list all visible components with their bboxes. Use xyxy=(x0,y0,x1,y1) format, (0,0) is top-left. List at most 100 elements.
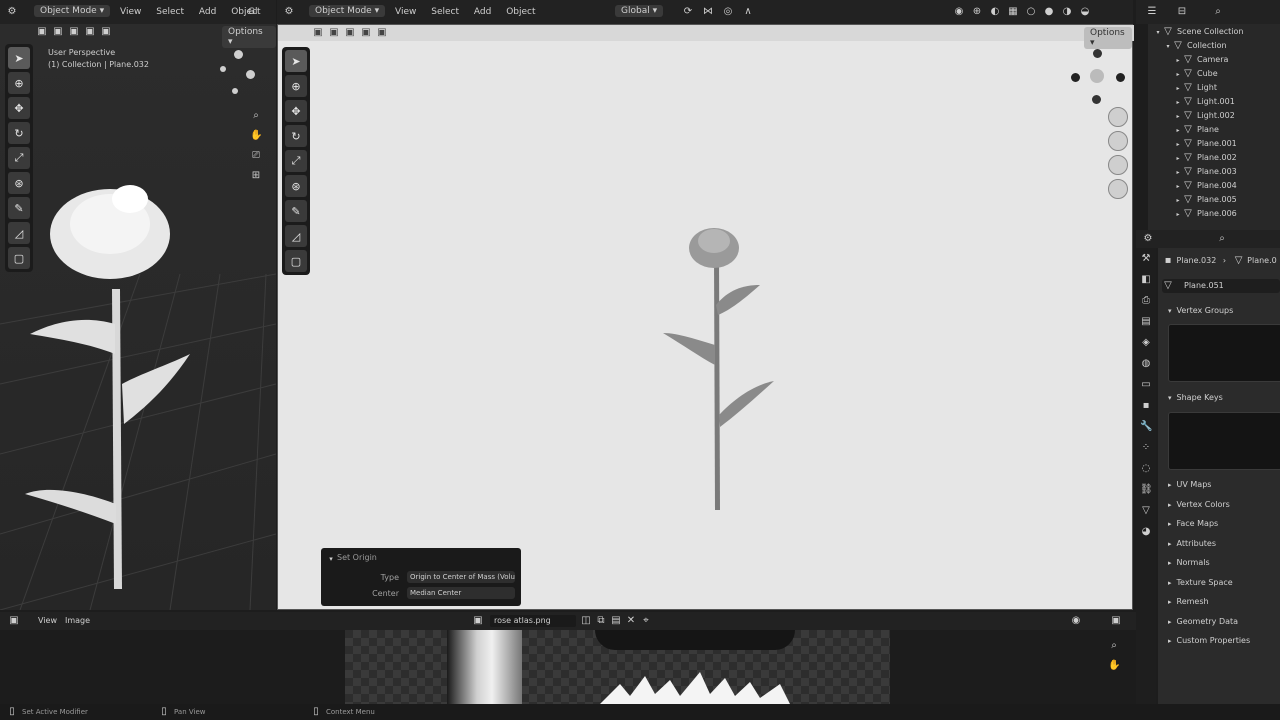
properties-search-icon[interactable]: ⌕ xyxy=(1216,233,1228,245)
select-tool-icon[interactable]: ➤ xyxy=(8,47,30,69)
outliner-row[interactable]: ▸ ▽ Plane.003 xyxy=(1148,165,1280,179)
type-dropdown[interactable]: Origin to Center of Mass (Volume) xyxy=(407,571,515,583)
world-tab-icon[interactable]: ◍ xyxy=(1140,358,1152,370)
shape-keys-panel-header[interactable]: ▾ Shape Keys xyxy=(1158,389,1223,407)
rose-model[interactable] xyxy=(25,185,190,589)
main-add-cube-tool-icon[interactable]: ▢ xyxy=(285,250,307,272)
image-view-settings-icon[interactable]: ▣ xyxy=(1110,615,1122,627)
left-menu-view[interactable]: View xyxy=(120,7,141,17)
outliner-row[interactable]: ▾ ▽ Scene Collection xyxy=(1148,25,1280,39)
mesh-data-tab-icon[interactable]: ▽ xyxy=(1140,505,1152,517)
outliner-row[interactable]: ▸ ▽ Plane xyxy=(1148,123,1280,137)
expand-arrow-icon[interactable]: ▸ xyxy=(1174,55,1182,67)
falloff-icon[interactable]: ∧ xyxy=(742,6,754,18)
modifier-tab-icon[interactable]: 🔧 xyxy=(1140,421,1152,433)
transform-tool-icon[interactable]: ⊛ xyxy=(8,172,30,194)
main-viewport-modes[interactable]: ▣ ▣ ▣ ▣ ▣ xyxy=(312,27,388,39)
left-menu-add[interactable]: Add xyxy=(199,7,216,17)
gizmo-toggle-icon[interactable]: ⊕ xyxy=(971,6,983,18)
shape-keys-list[interactable] xyxy=(1168,412,1280,470)
zoom-icon[interactable]: ⌕ xyxy=(250,110,262,122)
move-tool-icon[interactable]: ✥ xyxy=(8,97,30,119)
rotate-tool-icon[interactable]: ↻ xyxy=(8,122,30,144)
outliner-editor-icon[interactable]: ☰ xyxy=(1146,6,1158,18)
expand-arrow-icon[interactable]: ▾ xyxy=(1164,41,1172,53)
outliner-row[interactable]: ▸ ▽ Cube xyxy=(1148,67,1280,81)
main-nav-gizmo[interactable] xyxy=(1066,47,1126,107)
object-tab-icon[interactable]: ▪ xyxy=(1140,400,1152,412)
image-display-icon[interactable]: ◉ xyxy=(1070,615,1082,627)
expand-arrow-icon[interactable]: ▸ xyxy=(1174,111,1182,123)
main-scale-tool-icon[interactable]: ⤢ xyxy=(285,150,307,172)
set-origin-collapse-icon[interactable]: ▾ xyxy=(325,553,337,565)
main-transform-tool-icon[interactable]: ⊛ xyxy=(285,175,307,197)
main-cursor-tool-icon[interactable]: ⊕ xyxy=(285,75,307,97)
outliner-row[interactable]: ▸ ▽ Plane.001 xyxy=(1148,137,1280,151)
outliner-row[interactable]: ▸ ▽ Plane.005 xyxy=(1148,193,1280,207)
editor-type-icon[interactable]: ⚙ xyxy=(6,6,18,18)
expand-arrow-icon[interactable]: ▸ xyxy=(1174,181,1182,193)
outliner-row[interactable]: ▸ ▽ Light.001 xyxy=(1148,95,1280,109)
main-move-tool-icon[interactable]: ✥ xyxy=(285,100,307,122)
image-fake-user-icon[interactable]: ◫ xyxy=(580,615,592,627)
main-viewport[interactable]: ▣ ▣ ▣ ▣ ▣ Options ▾ ➤ ⊕ ✥ ↻ ⤢ ⊛ ✎ ◿ ▢ ▾ Set … xyxy=(277,24,1134,610)
left-transform-dropdown[interactable]: Gl xyxy=(248,7,257,17)
particles-tab-icon[interactable]: ⁘ xyxy=(1140,442,1152,454)
expand-arrow-icon[interactable]: ▸ xyxy=(1174,139,1182,151)
outliner-row[interactable]: ▾ ▽ Collection xyxy=(1148,39,1280,53)
property-panel-header[interactable]: ▸ Geometry Data xyxy=(1158,613,1280,633)
camera-view-icon[interactable]: ⎚ xyxy=(250,150,262,162)
outliner-row[interactable]: ▸ ▽ Plane.004 xyxy=(1148,179,1280,193)
center-dropdown[interactable]: Median Center xyxy=(407,587,515,599)
property-panel-header[interactable]: ▸ Face Maps xyxy=(1158,515,1280,535)
pivot-icon[interactable]: ⟳ xyxy=(682,6,694,18)
expand-arrow-icon[interactable]: ▸ xyxy=(1174,69,1182,81)
outliner-search-icon[interactable]: ⌕ xyxy=(1212,6,1224,18)
left-options-button[interactable]: Options ▾ xyxy=(222,26,276,48)
image-menu-view[interactable]: View xyxy=(38,616,57,625)
left-viewport[interactable]: ▣ ▣ ▣ ▣ ▣ Options ▾ User Perspective (1) Col… xyxy=(0,24,276,610)
expand-arrow-icon[interactable]: ▸ xyxy=(1174,167,1182,179)
breadcrumb-mesh[interactable]: Plane.0 xyxy=(1247,256,1277,265)
scale-tool-icon[interactable]: ⤢ xyxy=(8,147,30,169)
left-mode-dropdown[interactable]: Object Mode ▾ xyxy=(34,5,111,17)
expand-arrow-icon[interactable]: ▸ xyxy=(1174,97,1182,109)
overlay-icon[interactable]: ◐ xyxy=(989,6,1001,18)
tool-tab-icon[interactable]: ⚒ xyxy=(1140,253,1152,265)
physics-tab-icon[interactable]: ◌ xyxy=(1140,463,1152,475)
left-nav-gizmo[interactable] xyxy=(220,50,260,100)
left-viewport-modes[interactable]: ▣ ▣ ▣ ▣ ▣ xyxy=(36,26,112,38)
expand-arrow-icon[interactable]: ▾ xyxy=(1154,27,1162,39)
pan-hand-icon[interactable]: ✋ xyxy=(250,130,262,142)
image-open-icon[interactable]: ▤ xyxy=(610,615,622,627)
expand-arrow-icon[interactable]: ▸ xyxy=(1174,195,1182,207)
add-cube-tool-icon[interactable]: ▢ xyxy=(8,247,30,269)
image-new-icon[interactable]: ⧉ xyxy=(595,615,607,627)
output-tab-icon[interactable]: ⎙ xyxy=(1140,295,1152,307)
xray-icon[interactable]: ▦ xyxy=(1007,6,1019,18)
vertex-groups-list[interactable] xyxy=(1168,324,1280,382)
properties-editor-icon[interactable]: ⚙ xyxy=(1142,233,1154,245)
property-panel-header[interactable]: ▸ Attributes xyxy=(1158,535,1280,555)
image-zoom-icon[interactable]: ⌕ xyxy=(1108,640,1120,652)
expand-arrow-icon[interactable]: ▸ xyxy=(1174,209,1182,221)
image-pin-icon[interactable]: ⌖ xyxy=(640,615,652,627)
left-menu-select[interactable]: Select xyxy=(156,7,184,17)
main-zoom-icon[interactable] xyxy=(1108,107,1128,127)
shading-solid-icon[interactable]: ● xyxy=(1043,6,1055,18)
vertex-groups-panel-header[interactable]: ▾ Vertex Groups xyxy=(1158,302,1233,320)
main-menu-add[interactable]: Add xyxy=(474,7,491,17)
main-menu-view[interactable]: View xyxy=(395,7,416,17)
material-tab-icon[interactable]: ◕ xyxy=(1140,526,1152,538)
main-measure-tool-icon[interactable]: ◿ xyxy=(285,225,307,247)
outliner-row[interactable]: ▸ ▽ Plane.006 xyxy=(1148,207,1280,221)
visibility-icon[interactable]: ◉ xyxy=(953,6,965,18)
outliner-row[interactable]: ▸ ▽ Plane.002 xyxy=(1148,151,1280,165)
property-panel-header[interactable]: ▸ UV Maps xyxy=(1158,476,1280,496)
main-options-button[interactable]: Options ▾ xyxy=(1084,27,1132,49)
image-unlink-icon[interactable]: ✕ xyxy=(625,615,637,627)
annotate-tool-icon[interactable]: ✎ xyxy=(8,197,30,219)
property-panel-header[interactable]: ▸ Vertex Colors xyxy=(1158,496,1280,516)
image-pan-icon[interactable]: ✋ xyxy=(1108,660,1120,672)
expand-arrow-icon[interactable]: ▸ xyxy=(1174,125,1182,137)
